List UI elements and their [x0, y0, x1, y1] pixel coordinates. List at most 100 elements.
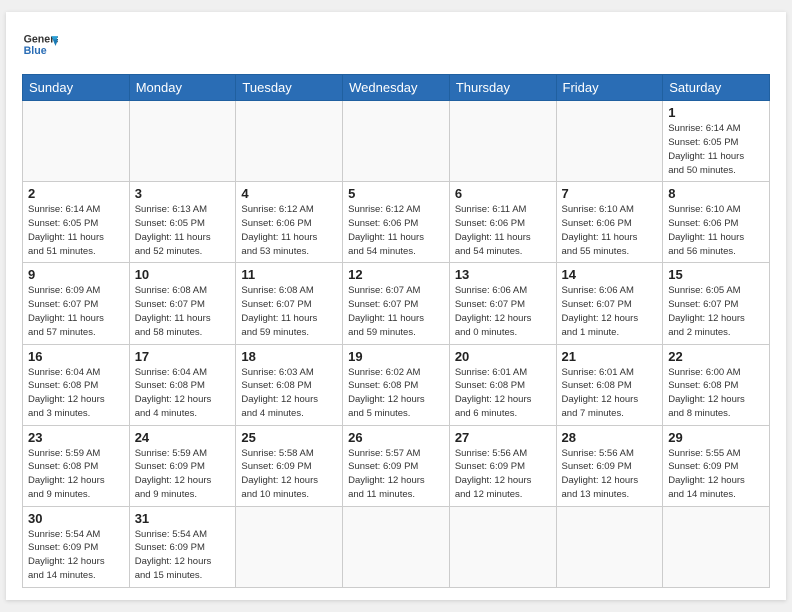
calendar-cell: 17 Sunrise: 6:04 AM Sunset: 6:08 PM Dayli…	[129, 344, 236, 425]
day-number: 19	[348, 349, 444, 364]
calendar-cell: 15 Sunrise: 6:05 AM Sunset: 6:07 PM Dayli…	[663, 263, 770, 344]
calendar-cell: 4Sunrise: 6:12 AM Sunset: 6:06 PM Daylig…	[236, 182, 343, 263]
day-number: 15	[668, 267, 764, 282]
calendar-cell: 8 Sunrise: 6:10 AM Sunset: 6:06 PM Daylig…	[663, 182, 770, 263]
calendar-cell	[663, 506, 770, 587]
week-row-5: 30 Sunrise: 5:54 AM Sunset: 6:09 PM Dayli…	[23, 506, 770, 587]
weekday-friday: Friday	[556, 75, 663, 101]
calendar-cell	[556, 101, 663, 182]
day-number: 27	[455, 430, 551, 445]
day-info: Sunrise: 5:54 AM Sunset: 6:09 PM Dayligh…	[28, 528, 124, 583]
day-info: Sunrise: 6:04 AM Sunset: 6:08 PM Dayligh…	[28, 366, 124, 421]
day-number: 30	[28, 511, 124, 526]
day-info: Sunrise: 6:00 AM Sunset: 6:08 PM Dayligh…	[668, 366, 764, 421]
calendar-cell	[449, 101, 556, 182]
day-info: Sunrise: 5:56 AM Sunset: 6:09 PM Dayligh…	[562, 447, 658, 502]
day-number: 23	[28, 430, 124, 445]
week-row-0: 1 Sunrise: 6:14 AM Sunset: 6:05 PM Daylig…	[23, 101, 770, 182]
day-info: Sunrise: 6:06 AM Sunset: 6:07 PM Dayligh…	[562, 284, 658, 339]
day-number: 18	[241, 349, 337, 364]
day-info: Sunrise: 6:04 AM Sunset: 6:08 PM Dayligh…	[135, 366, 231, 421]
day-number: 13	[455, 267, 551, 282]
day-info: Sunrise: 6:14 AM Sunset: 6:05 PM Dayligh…	[668, 122, 764, 177]
week-row-2: 9Sunrise: 6:09 AM Sunset: 6:07 PM Daylig…	[23, 263, 770, 344]
calendar-cell	[449, 506, 556, 587]
day-number: 12	[348, 267, 444, 282]
day-info: Sunrise: 5:58 AM Sunset: 6:09 PM Dayligh…	[241, 447, 337, 502]
day-info: Sunrise: 6:07 AM Sunset: 6:07 PM Dayligh…	[348, 284, 444, 339]
calendar-cell: 21 Sunrise: 6:01 AM Sunset: 6:08 PM Dayli…	[556, 344, 663, 425]
day-info: Sunrise: 6:12 AM Sunset: 6:06 PM Dayligh…	[241, 203, 337, 258]
svg-text:Blue: Blue	[24, 45, 47, 57]
day-info: Sunrise: 6:13 AM Sunset: 6:05 PM Dayligh…	[135, 203, 231, 258]
day-info: Sunrise: 6:14 AM Sunset: 6:05 PM Dayligh…	[28, 203, 124, 258]
calendar-cell: 12 Sunrise: 6:07 AM Sunset: 6:07 PM Dayli…	[343, 263, 450, 344]
weekday-wednesday: Wednesday	[343, 75, 450, 101]
calendar-cell	[236, 506, 343, 587]
day-number: 28	[562, 430, 658, 445]
weekday-sunday: Sunday	[23, 75, 130, 101]
day-info: Sunrise: 6:03 AM Sunset: 6:08 PM Dayligh…	[241, 366, 337, 421]
header: General Blue	[22, 28, 770, 64]
calendar-cell: 1 Sunrise: 6:14 AM Sunset: 6:05 PM Daylig…	[663, 101, 770, 182]
calendar-cell: 11Sunrise: 6:08 AM Sunset: 6:07 PM Dayli…	[236, 263, 343, 344]
day-number: 21	[562, 349, 658, 364]
day-info: Sunrise: 5:59 AM Sunset: 6:09 PM Dayligh…	[135, 447, 231, 502]
calendar-cell: 2 Sunrise: 6:14 AM Sunset: 6:05 PM Daylig…	[23, 182, 130, 263]
weekday-monday: Monday	[129, 75, 236, 101]
day-info: Sunrise: 6:11 AM Sunset: 6:06 PM Dayligh…	[455, 203, 551, 258]
calendar-cell	[556, 506, 663, 587]
logo: General Blue	[22, 28, 58, 64]
calendar-cell: 3 Sunrise: 6:13 AM Sunset: 6:05 PM Daylig…	[129, 182, 236, 263]
day-info: Sunrise: 6:12 AM Sunset: 6:06 PM Dayligh…	[348, 203, 444, 258]
day-info: Sunrise: 6:10 AM Sunset: 6:06 PM Dayligh…	[668, 203, 764, 258]
day-number: 10	[135, 267, 231, 282]
day-number: 8	[668, 186, 764, 201]
calendar-cell: 24Sunrise: 5:59 AM Sunset: 6:09 PM Dayli…	[129, 425, 236, 506]
day-number: 14	[562, 267, 658, 282]
day-number: 26	[348, 430, 444, 445]
calendar-cell: 7Sunrise: 6:10 AM Sunset: 6:06 PM Daylig…	[556, 182, 663, 263]
calendar-cell: 16Sunrise: 6:04 AM Sunset: 6:08 PM Dayli…	[23, 344, 130, 425]
svg-text:General: General	[24, 34, 58, 46]
week-row-1: 2 Sunrise: 6:14 AM Sunset: 6:05 PM Daylig…	[23, 182, 770, 263]
day-info: Sunrise: 6:05 AM Sunset: 6:07 PM Dayligh…	[668, 284, 764, 339]
calendar-cell: 19Sunrise: 6:02 AM Sunset: 6:08 PM Dayli…	[343, 344, 450, 425]
day-info: Sunrise: 5:57 AM Sunset: 6:09 PM Dayligh…	[348, 447, 444, 502]
calendar-cell: 18 Sunrise: 6:03 AM Sunset: 6:08 PM Dayli…	[236, 344, 343, 425]
weekday-header-row: SundayMondayTuesdayWednesdayThursdayFrid…	[23, 75, 770, 101]
week-row-4: 23 Sunrise: 5:59 AM Sunset: 6:08 PM Dayli…	[23, 425, 770, 506]
calendar-cell: 29 Sunrise: 5:55 AM Sunset: 6:09 PM Dayli…	[663, 425, 770, 506]
calendar-cell: 22Sunrise: 6:00 AM Sunset: 6:08 PM Dayli…	[663, 344, 770, 425]
day-number: 17	[135, 349, 231, 364]
day-number: 29	[668, 430, 764, 445]
day-info: Sunrise: 5:56 AM Sunset: 6:09 PM Dayligh…	[455, 447, 551, 502]
day-number: 2	[28, 186, 124, 201]
calendar-cell: 6 Sunrise: 6:11 AM Sunset: 6:06 PM Daylig…	[449, 182, 556, 263]
calendar-container: General Blue SundayMondayTuesdayWednesda…	[6, 12, 786, 599]
day-info: Sunrise: 6:08 AM Sunset: 6:07 PM Dayligh…	[135, 284, 231, 339]
calendar-cell: 13Sunrise: 6:06 AM Sunset: 6:07 PM Dayli…	[449, 263, 556, 344]
day-info: Sunrise: 6:01 AM Sunset: 6:08 PM Dayligh…	[562, 366, 658, 421]
day-number: 31	[135, 511, 231, 526]
calendar-cell: 10 Sunrise: 6:08 AM Sunset: 6:07 PM Dayli…	[129, 263, 236, 344]
day-number: 3	[135, 186, 231, 201]
calendar-cell: 30 Sunrise: 5:54 AM Sunset: 6:09 PM Dayli…	[23, 506, 130, 587]
calendar-cell: 26 Sunrise: 5:57 AM Sunset: 6:09 PM Dayli…	[343, 425, 450, 506]
day-number: 6	[455, 186, 551, 201]
calendar-table: SundayMondayTuesdayWednesdayThursdayFrid…	[22, 74, 770, 587]
weekday-saturday: Saturday	[663, 75, 770, 101]
weekday-thursday: Thursday	[449, 75, 556, 101]
day-number: 5	[348, 186, 444, 201]
day-info: Sunrise: 5:54 AM Sunset: 6:09 PM Dayligh…	[135, 528, 231, 583]
calendar-cell	[343, 506, 450, 587]
day-number: 25	[241, 430, 337, 445]
calendar-cell: 9Sunrise: 6:09 AM Sunset: 6:07 PM Daylig…	[23, 263, 130, 344]
day-number: 7	[562, 186, 658, 201]
day-info: Sunrise: 6:01 AM Sunset: 6:08 PM Dayligh…	[455, 366, 551, 421]
day-info: Sunrise: 5:55 AM Sunset: 6:09 PM Dayligh…	[668, 447, 764, 502]
calendar-cell	[23, 101, 130, 182]
day-number: 11	[241, 267, 337, 282]
day-number: 1	[668, 105, 764, 120]
day-info: Sunrise: 5:59 AM Sunset: 6:08 PM Dayligh…	[28, 447, 124, 502]
